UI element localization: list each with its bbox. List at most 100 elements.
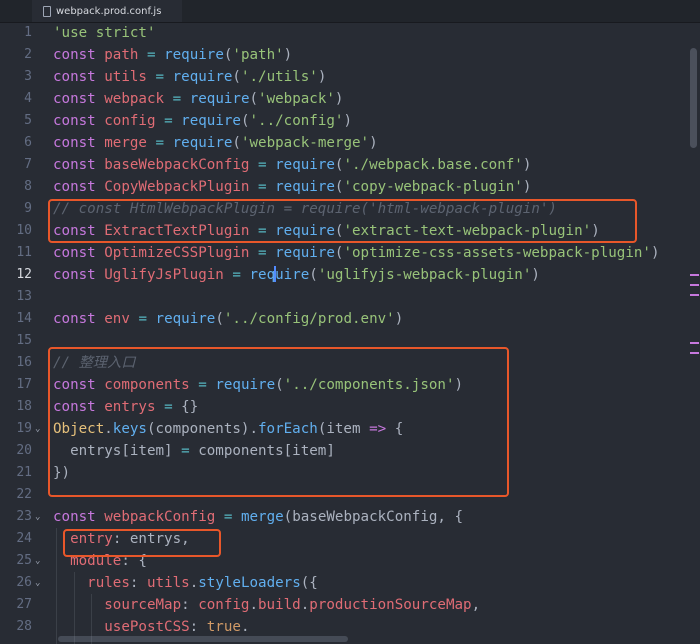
code-token: './utils' [240,69,318,85]
code-token: entrys [104,399,156,415]
code-text: const merge = require('webpack-merge') [53,132,378,154]
line-number: 23 [16,509,32,524]
tab-webpack-prod-conf[interactable]: webpack.prod.conf.js [32,0,182,22]
code-token: (item [317,421,370,437]
fold-chevron-icon[interactable]: ⌄ [35,550,40,572]
code-line[interactable]: 26 ⌄ rules: utils.styleLoaders({ [0,572,700,594]
code-line[interactable]: 23 ⌄ const webpackConfig = merge(baseWebpa… [0,506,700,528]
code-text: // const HtmlWebpackPlugin = require('ht… [53,198,557,220]
code-token: const [53,47,96,63]
line-number: 27 [16,597,32,612]
code-token: const [53,245,96,261]
code-token: ) [394,311,404,327]
code-token: const [53,135,96,151]
line-number: 28 [16,619,32,634]
code-line[interactable]: 13 [0,286,700,308]
code-line[interactable]: 4 const webpack = require('webpack') [0,88,700,110]
code-line[interactable]: 12 const UglifyJsPlugin = require('uglify… [0,264,700,286]
code-line[interactable]: 15 [0,330,700,352]
code-token: ) [343,113,353,129]
code-token: env [104,311,130,327]
code-line[interactable]: 3 const utils = require('./utils') [0,66,700,88]
code-token: 'copy-webpack-plugin' [343,179,523,195]
code-line[interactable]: 18 const entrys = {} [0,396,700,418]
code-line[interactable]: 25 ⌄ module: { [0,550,700,572]
code-line[interactable]: 28 usePostCSS: true. [0,616,700,638]
code-token: // const HtmlWebpackPlugin = require('ht… [53,201,557,217]
code-line[interactable]: 21}) [0,462,700,484]
code-token: './webpack.base.conf' [343,157,523,173]
code-token: ) [283,47,293,63]
code-line[interactable]: 6 const merge = require('webpack-merge') [0,132,700,154]
code-line[interactable]: 20 entrys[item] = components[item] [0,440,700,462]
scrollbar-thumb[interactable] [690,48,697,148]
code-line[interactable]: 17 const components = require('../compone… [0,374,700,396]
horizontal-scrollbar[interactable] [58,636,348,642]
code-editor[interactable]: 1'use strict' 2 const path = require('path… [0,22,700,644]
code-token: = [155,135,165,151]
code-token: = [181,443,190,459]
fold-chevron-icon[interactable]: ⌄ [35,506,40,528]
scroll-marker [690,284,699,286]
code-token: 'webpack' [258,91,335,107]
code-line[interactable]: 27 sourceMap: config.build.productionSou… [0,594,700,616]
code-line[interactable]: 14 const env = require('../config/prod.en… [0,308,700,330]
code-token: ( [215,311,224,327]
code-token: = [258,223,267,239]
fold-chevron-icon[interactable]: ⌄ [35,418,40,440]
code-line[interactable]: 10 const ExtractTextPlugin = require('ext… [0,220,700,242]
line-number: 17 [16,377,32,392]
line-number: 14 [16,311,32,326]
code-line[interactable]: 16 // 整理入口 [0,352,700,374]
vertical-scrollbar[interactable] [686,22,700,644]
code-line[interactable]: 1 'use strict' [0,22,700,44]
code-line[interactable]: 22 [0,484,700,506]
code-token: OptimizeCSSPlugin [104,245,250,261]
fold-chevron-icon[interactable]: ⌄ [35,572,40,594]
code-line[interactable]: 9 // const HtmlWebpackPlugin = require('h… [0,198,700,220]
code-line[interactable]: 19 ⌄ Object.keys(components).forEach(item … [0,418,700,440]
code-token: : [181,597,199,613]
code-line[interactable]: 7 const baseWebpackConfig = require('./we… [0,154,700,176]
code-token: 'path' [232,47,284,63]
code-token: components[item] [189,443,335,459]
code-token: 'webpack-merge' [240,135,370,151]
code-token: ) [522,179,532,195]
code-token: // 整理入口 [53,355,136,371]
code-token: . [249,597,259,613]
file-icon [42,6,51,17]
code-token: webpackConfig [104,509,216,525]
code-token: const [53,91,96,107]
code-text: usePostCSS: true. [53,616,249,638]
code-text: const CopyWebpackPlugin = require('copy-… [53,176,531,198]
code-token: , [471,597,481,613]
code-token: = [138,311,147,327]
code-line[interactable]: 24 entry: entrys, [0,528,700,550]
code-token: 'extract-text-webpack-plugin' [343,223,592,239]
code-line[interactable]: 5 const config = require('../config') [0,110,700,132]
code-line[interactable]: 8 const CopyWebpackPlugin = require('copy… [0,176,700,198]
code-token: ) [454,377,464,393]
code-line[interactable]: 2 const path = require('path') [0,44,700,66]
code-token: rules [87,575,130,591]
code-token: const [53,157,96,173]
line-number: 10 [16,223,32,238]
code-token: ( [249,91,259,107]
code-line[interactable]: 11 const OptimizeCSSPlugin = require('opt… [0,242,700,264]
code-token: const [53,267,96,283]
line-number: 7 [24,157,32,172]
code-token: const [53,377,96,393]
code-text: }) [53,462,70,484]
code-token: : { [121,553,147,569]
code-token: = [164,399,173,415]
